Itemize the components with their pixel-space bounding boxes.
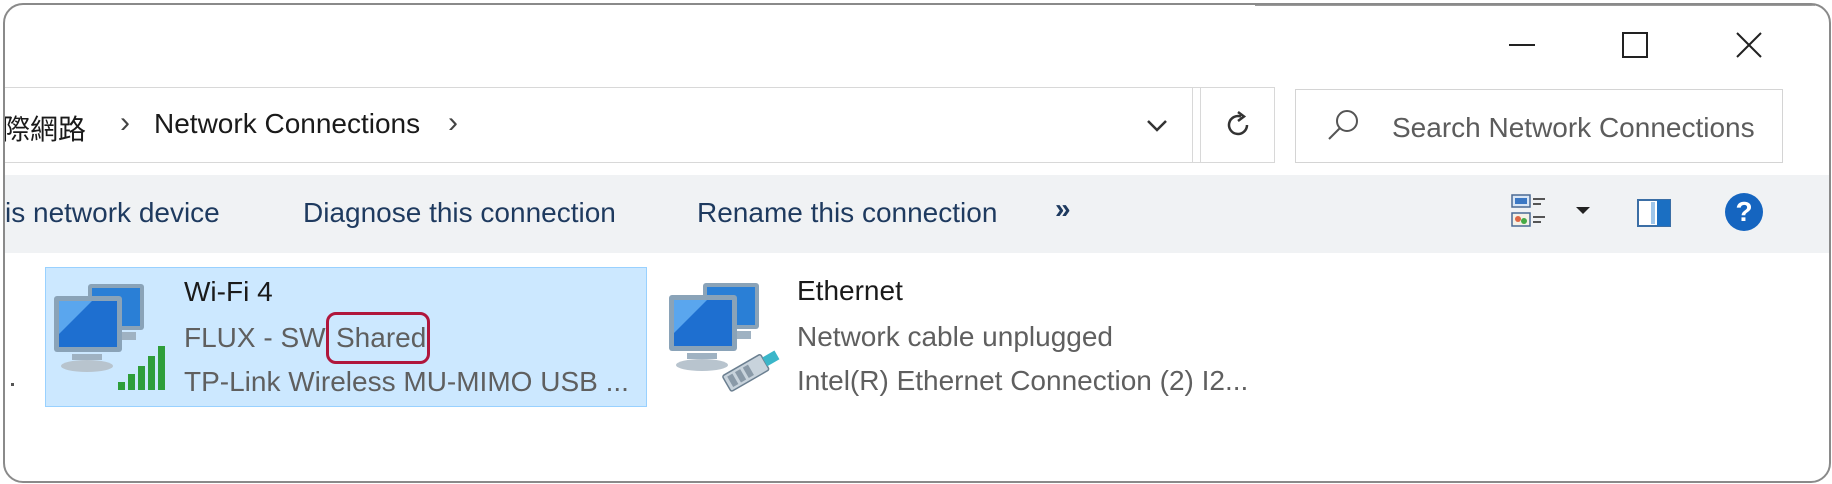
connection-item-wifi[interactable]: Wi-Fi 4 FLUX - SW Shared TP-Link Wireles…: [45, 267, 647, 407]
shared-highlight-box: [326, 312, 430, 364]
connection-item-ethernet[interactable]: Ethernet Network cable unplugged Intel(R…: [661, 267, 1281, 407]
maximize-icon: [1622, 32, 1648, 58]
disable-network-device-command[interactable]: is network device: [5, 197, 220, 229]
caret-down-icon: [1576, 207, 1590, 214]
command-bar: is network device Diagnose this connecti…: [5, 175, 1829, 253]
partial-item-marker: [11, 383, 14, 386]
chevron-right-icon[interactable]: ›: [120, 106, 130, 140]
search-icon: [1328, 110, 1358, 140]
minimize-icon: [1509, 44, 1535, 46]
breadcrumb-network-connections[interactable]: Network Connections: [154, 108, 420, 140]
window-top-edge: [1255, 5, 1815, 6]
preview-pane-button[interactable]: [1637, 199, 1671, 232]
diagnose-connection-command[interactable]: Diagnose this connection: [303, 197, 616, 229]
ethernet-network-icon: [667, 275, 785, 398]
help-icon: ?: [1735, 196, 1753, 227]
address-history-dropdown[interactable]: [1132, 106, 1182, 146]
connection-name: Ethernet: [797, 275, 903, 306]
close-icon: [1736, 32, 1762, 58]
network-connections-window: 際網路 › Network Connections › Search Netwo…: [3, 3, 1831, 483]
preview-pane-icon: [1637, 199, 1671, 227]
view-options-icon: [1511, 194, 1545, 227]
connection-device: Intel(R) Ethernet Connection (2) I2...: [797, 365, 1249, 396]
more-commands-button[interactable]: »: [1055, 193, 1071, 225]
connection-status: Network cable unplugged: [797, 321, 1113, 352]
search-placeholder[interactable]: Search Network Connections: [1392, 112, 1755, 144]
connection-status: FLUX - SW: [184, 322, 326, 353]
rename-connection-command[interactable]: Rename this connection: [697, 197, 997, 229]
maximize-button[interactable]: [1595, 17, 1675, 73]
refresh-button[interactable]: [1201, 87, 1275, 163]
search-box[interactable]: Search Network Connections: [1295, 89, 1783, 163]
connection-name: Wi-Fi 4: [184, 276, 273, 307]
breadcrumb-parent[interactable]: 際網路: [5, 108, 86, 148]
address-bar[interactable]: 際網路 › Network Connections ›: [5, 87, 1201, 163]
connection-device: TP-Link Wireless MU-MIMO USB ...: [184, 366, 629, 397]
refresh-icon: [1227, 111, 1248, 136]
chevron-right-icon[interactable]: ›: [448, 106, 458, 140]
close-button[interactable]: [1709, 17, 1789, 73]
wifi-network-icon: [52, 276, 170, 399]
chevron-down-icon: [1147, 120, 1167, 132]
help-button[interactable]: ?: [1725, 193, 1763, 231]
view-dropdown-button[interactable]: [1575, 203, 1591, 221]
change-view-button[interactable]: [1511, 193, 1547, 234]
divider: [1192, 88, 1193, 162]
minimize-button[interactable]: [1483, 17, 1563, 73]
